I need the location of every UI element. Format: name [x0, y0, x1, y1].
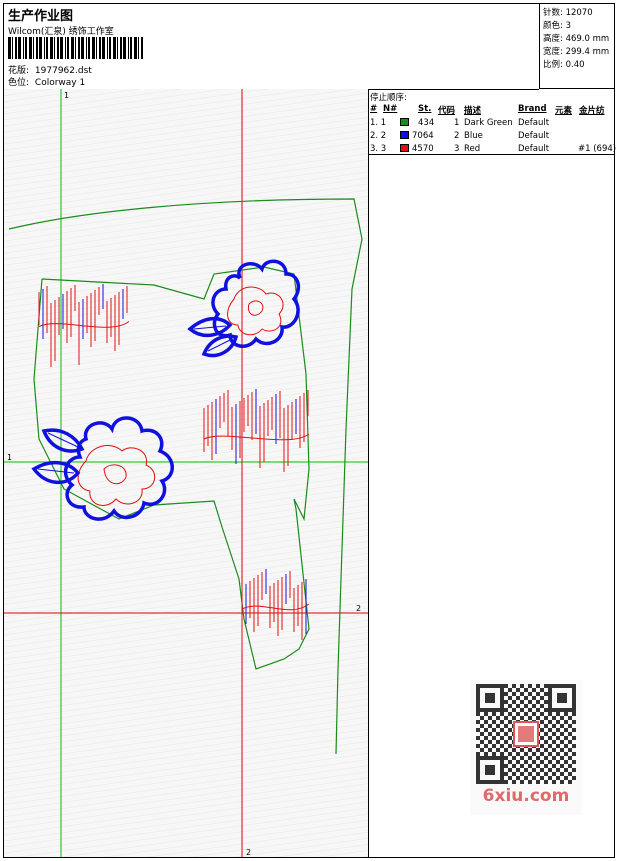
- qr-code-icon: [476, 684, 576, 784]
- guide-label-left: 1: [7, 453, 12, 462]
- barcode: [8, 37, 143, 59]
- col-desc: 描述: [464, 106, 482, 116]
- col-hash: #: [370, 104, 378, 114]
- studio-name: Wilcom(汇泉) 绣饰工作室: [8, 27, 114, 37]
- garment-outline: [8, 198, 363, 755]
- stat-scale: 比例: 0.40: [543, 60, 585, 70]
- watermark-text: 6xiu.com: [482, 786, 570, 806]
- colorway-value: Colorway 1: [34, 78, 86, 88]
- sheet-title: 生产作业图: [8, 9, 74, 24]
- guide-label-right: 2: [356, 604, 361, 613]
- col-st: St.: [418, 104, 432, 114]
- guide-label-top: 1: [64, 91, 69, 100]
- watermark: 6xiu.com: [470, 680, 582, 815]
- guide-label-bottom: 2: [246, 848, 251, 857]
- stat-width: 宽度: 299.4 mm: [543, 47, 610, 57]
- design-preview: 1 1 2 2: [4, 89, 369, 857]
- flower-lower: [31, 416, 174, 521]
- col-sequin: 金片纺: [579, 106, 605, 116]
- sheet-header: 生产作业图 Wilcom(汇泉) 绣饰工作室 花版: 1977962.dst 色…: [4, 4, 539, 90]
- colorway-label: 色位:: [8, 78, 30, 88]
- stop-sequence-table: 停止顺序: # N# St. 代码 描述 Brand 元素 金片纺 1. 1 4…: [368, 89, 616, 155]
- color-swatch: [400, 118, 409, 126]
- design-stats: 针数: 12070 颜色: 3 高度: 469.0 mm 宽度: 299.4 m…: [539, 4, 614, 89]
- stat-stitches: 针数: 12070: [543, 8, 593, 18]
- color-swatch: [400, 131, 409, 139]
- embroidery-canvas: 1 1 2 2: [4, 89, 368, 857]
- color-swatch: [400, 144, 409, 152]
- col-brand: Brand: [518, 104, 547, 114]
- flower-upper: [187, 259, 301, 358]
- col-n: N#: [383, 104, 398, 114]
- col-code: 代码: [438, 106, 456, 116]
- colorway-row: 色位: Colorway 1: [8, 75, 85, 88]
- stat-height: 高度: 469.0 mm: [543, 34, 610, 44]
- stat-colors: 颜色: 3: [543, 21, 571, 31]
- stop-sequence-title: 停止顺序:: [370, 93, 407, 103]
- col-element: 元素: [555, 106, 573, 116]
